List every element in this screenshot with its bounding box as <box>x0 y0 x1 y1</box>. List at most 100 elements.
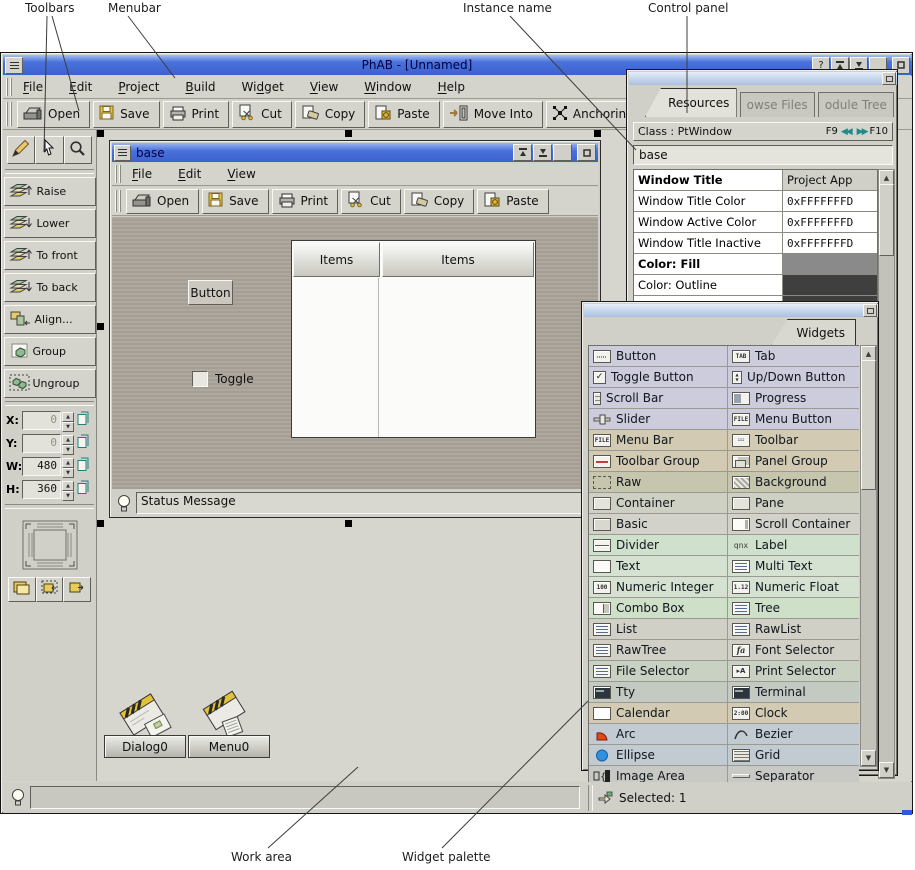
window-menu-icon[interactable] <box>5 57 23 74</box>
base-toolbar-copy-button[interactable]: Copy <box>404 189 474 214</box>
base-toolbar-paste-button[interactable]: Paste <box>477 189 548 214</box>
link-page-icon[interactable] <box>76 456 90 477</box>
group-button[interactable]: Group <box>4 337 96 366</box>
toolbar-move-into-button[interactable]: Move Into <box>443 101 543 128</box>
selection-handle[interactable] <box>594 130 601 137</box>
widget-item-numeric-integer[interactable]: 100Numeric Integer <box>589 577 728 597</box>
align-button[interactable]: Align... <box>4 305 96 334</box>
property-value[interactable]: 0xFFFFFFFD <box>783 233 877 253</box>
widget-item-numeric-float[interactable]: 1.12Numeric Float <box>728 577 859 597</box>
spinner-stepper[interactable]: ▲▼ <box>62 481 74 499</box>
base-menu-view[interactable]: View <box>221 165 261 183</box>
selection-handle[interactable] <box>345 520 352 527</box>
menubar-drag-handle[interactable] <box>6 78 13 96</box>
lower-button[interactable]: Lower <box>4 209 96 238</box>
widget-item-toolbar-group[interactable]: Toolbar Group <box>589 451 728 471</box>
widget-item-multi-text[interactable]: Multi Text <box>728 556 859 576</box>
widget-item-basic[interactable]: Basic <box>589 514 728 534</box>
property-name[interactable]: Window Title <box>634 170 783 190</box>
base-content-pane[interactable]: Button Toggle Items Items <box>112 217 598 489</box>
widget-item-toolbar[interactable]: ▫▫Toolbar <box>728 430 859 450</box>
base-form-window[interactable]: base FileEditView OpenSavePrintCutCopyPa… <box>109 140 601 518</box>
menu-window[interactable]: Window <box>358 78 417 96</box>
widget-item-print-selector[interactable]: ▸APrint Selector <box>728 661 859 681</box>
widget-item-label[interactable]: qnxLabel <box>728 535 859 555</box>
raise-button[interactable]: Raise <box>4 177 96 206</box>
coord-input[interactable]: 0 <box>22 411 61 430</box>
coord-input[interactable]: 0 <box>22 434 61 453</box>
property-row-window-title-color[interactable]: Window Title Color0xFFFFFFFD <box>634 191 877 212</box>
widget-item-slider[interactable]: Slider <box>589 409 728 429</box>
widget-item-progress[interactable]: Progress <box>728 388 859 408</box>
property-row-color-outline[interactable]: Color: Outline <box>634 275 877 296</box>
next-class-icon[interactable]: ▶▶ <box>857 127 867 137</box>
toolbar-drag-handle[interactable] <box>115 190 122 212</box>
base-toolbar-open-button[interactable]: Open <box>126 189 199 214</box>
toolbar-cut-button[interactable]: Cut <box>232 101 292 128</box>
designed-button-widget[interactable]: Button <box>188 280 233 305</box>
coord-input[interactable]: 360 <box>22 480 61 499</box>
scrollbar-thumb[interactable] <box>861 360 876 490</box>
widget-item-rawtree[interactable]: RawTree <box>589 640 728 660</box>
spinner-stepper[interactable]: ▲▼ <box>62 435 74 453</box>
property-row-window-title[interactable]: Window TitleProject App <box>634 170 877 191</box>
selection-handle[interactable] <box>97 323 104 330</box>
widget-item-panel-group[interactable]: Panel Group <box>728 451 859 471</box>
tool-pencil-button[interactable] <box>7 136 35 164</box>
widget-item-grid[interactable]: Grid <box>728 745 859 765</box>
widget-palette-titlebar[interactable] <box>584 304 878 317</box>
widget-item-tree[interactable]: Tree <box>728 598 859 618</box>
module-stack-button[interactable] <box>8 577 36 602</box>
widget-item-button[interactable]: Button <box>589 346 728 366</box>
widget-item-background[interactable]: Background <box>728 472 859 492</box>
widget-item-pane[interactable]: Pane <box>728 493 859 513</box>
base-toolbar-print-button[interactable]: Print <box>272 189 339 214</box>
property-row-window-title-inactive[interactable]: Window Title Inactive0xFFFFFFFD <box>634 233 877 254</box>
menu-build[interactable]: Build <box>179 78 221 96</box>
control-panel-titlebar[interactable] <box>629 72 897 85</box>
scroll-down-icon[interactable]: ▼ <box>879 762 894 778</box>
property-name[interactable]: Color: Outline <box>634 275 783 295</box>
property-row-color-fill[interactable]: Color: Fill <box>634 254 877 275</box>
link-page-icon[interactable] <box>76 433 90 454</box>
toolbar-open-button[interactable]: Open <box>17 101 90 128</box>
widget-item-list[interactable]: List <box>589 619 728 639</box>
base-close-button[interactable] <box>577 144 596 161</box>
widget-item-font-selector[interactable]: faFont Selector <box>728 640 859 660</box>
resources-scrollbar[interactable]: ▲ ▼ <box>878 169 895 779</box>
widget-item-terminal[interactable]: Terminal <box>728 682 859 702</box>
widget-item-up-down-button[interactable]: ▲▼Up/Down Button <box>728 367 859 387</box>
spinner-stepper[interactable]: ▲▼ <box>62 458 74 476</box>
widget-item-rawlist[interactable]: RawList <box>728 619 859 639</box>
widget-item-raw[interactable]: Raw <box>589 472 728 492</box>
module-prev-button[interactable] <box>36 577 64 602</box>
base-toolbar-save-button[interactable]: Save <box>202 189 268 214</box>
widget-item-toggle-button[interactable]: ✓Toggle Button <box>589 367 728 387</box>
link-page-icon[interactable] <box>76 410 90 431</box>
checkbox-icon[interactable] <box>192 371 208 387</box>
widget-item-file-selector[interactable]: File Selector <box>589 661 728 681</box>
anchor-diagram[interactable] <box>17 517 83 573</box>
widget-item-scroll-container[interactable]: Scroll Container <box>728 514 859 534</box>
selection-handle[interactable] <box>97 520 104 527</box>
property-name[interactable]: Window Title Color <box>634 191 783 211</box>
property-color-swatch[interactable] <box>783 275 877 295</box>
scroll-down-icon[interactable]: ▼ <box>861 750 876 766</box>
menu-help[interactable]: Help <box>432 78 471 96</box>
instance-name-input[interactable]: base <box>633 145 893 165</box>
widget-item-ellipse[interactable]: Ellipse <box>589 745 728 765</box>
link-page-icon[interactable] <box>76 479 90 500</box>
widget-item-bezier[interactable]: Bezier <box>728 724 859 744</box>
widget-item-tab[interactable]: TABTab <box>728 346 859 366</box>
menu-view[interactable]: View <box>304 78 344 96</box>
menu-edit[interactable]: Edit <box>63 78 98 96</box>
base-toolbar-cut-button[interactable]: Cut <box>341 189 401 214</box>
coord-input[interactable]: 480 <box>22 457 61 476</box>
widget-item-scroll-bar[interactable]: Scroll Bar <box>589 388 728 408</box>
panel-restore-icon[interactable] <box>863 304 877 317</box>
toolbar-drag-handle[interactable] <box>6 102 13 126</box>
toolbar-copy-button[interactable]: Copy <box>295 101 365 128</box>
module-next-button[interactable] <box>63 577 91 602</box>
module-menu0-button[interactable]: Menu0 <box>188 735 270 758</box>
toolbar-paste-button[interactable]: Paste <box>368 101 439 128</box>
